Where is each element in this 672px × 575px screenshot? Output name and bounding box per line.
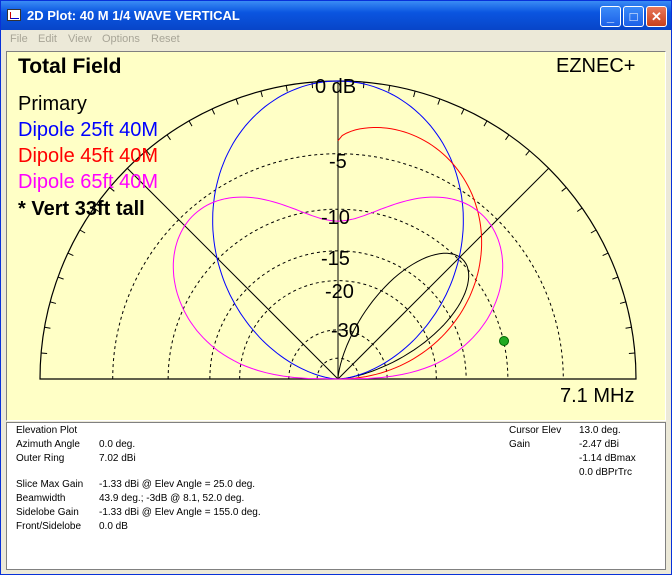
grid-tick — [625, 326, 632, 329]
grid-tick — [285, 85, 288, 92]
plot-type: Elevation Plot — [16, 425, 78, 436]
grid-spoke — [337, 167, 550, 380]
cursor-marker — [499, 336, 509, 346]
gain-dbi-value: -2.47 dBi — [579, 439, 620, 450]
grid-tick — [602, 252, 609, 257]
cursor-elev-value: 13.0 deg. — [579, 425, 621, 436]
grid-tick — [50, 301, 57, 304]
ring-label-0db: 0 dB — [315, 76, 357, 98]
grid-tick — [505, 134, 510, 141]
title-bar[interactable]: 2D Plot: 40 M 1/4 WAVE VERTICAL _ □ ✕ — [1, 1, 671, 30]
grid-tick — [362, 82, 365, 89]
gain-dbprtrc-value: 0.0 dBPrTrc — [579, 467, 632, 478]
cursor-group — [499, 336, 509, 346]
grid-tick — [311, 82, 314, 89]
outer-ring-value: 7.02 dBi — [99, 453, 136, 464]
outer-ring-label: Outer Ring — [16, 453, 65, 464]
slice-max-gain-value: -1.33 dBi @ Elev Angle = 25.0 deg. — [99, 479, 256, 490]
polar-plot — [39, 80, 637, 380]
slice-max-gain-label: Slice Max Gain — [16, 479, 84, 490]
front-sidelobe-value: 0.0 dB — [99, 521, 128, 532]
grid-tick — [612, 276, 619, 280]
grid-spoke — [126, 167, 339, 380]
grid-tick — [619, 301, 626, 304]
info-panel: Elevation Plot Azimuth Angle 0.0 deg. Ou… — [6, 422, 666, 570]
grid-tick — [188, 120, 193, 127]
minimize-button[interactable]: _ — [600, 6, 621, 27]
legend-primary: Primary — [18, 93, 87, 115]
menu-file[interactable]: File — [10, 33, 28, 45]
gain-dbmax-value: -1.14 dBmax — [579, 453, 636, 464]
grid-tick — [166, 134, 171, 141]
plot-window: 2D Plot: 40 M 1/4 WAVE VERTICAL _ □ ✕ Fi… — [0, 0, 672, 575]
grid-tick — [437, 98, 441, 105]
maximize-button[interactable]: □ — [623, 6, 644, 27]
app-icon — [7, 9, 21, 21]
grid-tick — [460, 108, 465, 115]
ring-label-5: -5 — [329, 151, 347, 173]
menu-edit[interactable]: Edit — [38, 33, 57, 45]
legend-vert-33ft: * Vert 33ft tall — [18, 198, 145, 220]
front-sidelobe-label: Front/Sidelobe — [16, 521, 82, 532]
grid-tick — [235, 98, 239, 105]
grid-tick — [67, 252, 74, 257]
grid-tick — [388, 85, 391, 92]
menu-view[interactable]: View — [68, 33, 92, 45]
ring-label-10: -10 — [321, 207, 350, 229]
grid-tick — [483, 120, 488, 127]
grid-tick — [79, 229, 86, 234]
window-title: 2D Plot: 40 M 1/4 WAVE VERTICAL — [27, 8, 240, 23]
grid-tick — [57, 276, 64, 280]
legend-dipole-45ft: Dipole 45ft 40M — [18, 145, 159, 167]
grid-tick — [41, 352, 48, 355]
gain-label: Gain — [509, 439, 531, 450]
plot-title: Total Field — [18, 55, 122, 78]
menu-options[interactable]: Options — [102, 33, 140, 45]
grid-tick — [576, 207, 583, 212]
grid-tick — [525, 150, 530, 156]
close-button[interactable]: ✕ — [646, 6, 667, 27]
cursor-elev-label: Cursor Elev — [509, 425, 562, 436]
grid-tick — [590, 229, 597, 234]
sidelobe-gain-label: Sidelobe Gain — [16, 507, 79, 518]
menu-reset[interactable]: Reset — [151, 33, 180, 45]
azimuth-value: 0.0 deg. — [99, 439, 136, 450]
ring-label-15: -15 — [321, 248, 350, 270]
brand-label: EZNEC+ — [556, 55, 636, 77]
plot-area[interactable]: Total Field EZNEC+ Primary Dipole 25ft 4… — [6, 51, 666, 421]
ring-label-20: -20 — [325, 281, 354, 303]
grid-tick — [44, 326, 51, 329]
grid-tick — [260, 91, 263, 98]
grid-tick — [211, 108, 216, 115]
legend-dipole-25ft: Dipole 25ft 40M — [18, 119, 159, 141]
grid-tick — [413, 91, 416, 98]
menu-bar: File Edit View Options Reset — [1, 30, 671, 50]
frequency-label: 7.1 MHz — [560, 385, 635, 407]
beamwidth-value: 43.9 deg.; -3dB @ 8.1, 52.0 deg. — [99, 493, 245, 504]
sidelobe-gain-value: -1.33 dBi @ Elev Angle = 155.0 deg. — [99, 507, 261, 518]
azimuth-label: Azimuth Angle — [16, 439, 80, 450]
grid-tick — [628, 352, 635, 355]
beamwidth-label: Beamwidth — [16, 493, 66, 504]
grid-tick — [561, 187, 567, 192]
legend-dipole-65ft: Dipole 65ft 40M — [18, 171, 159, 193]
ring-label-30: -30 — [331, 320, 360, 342]
